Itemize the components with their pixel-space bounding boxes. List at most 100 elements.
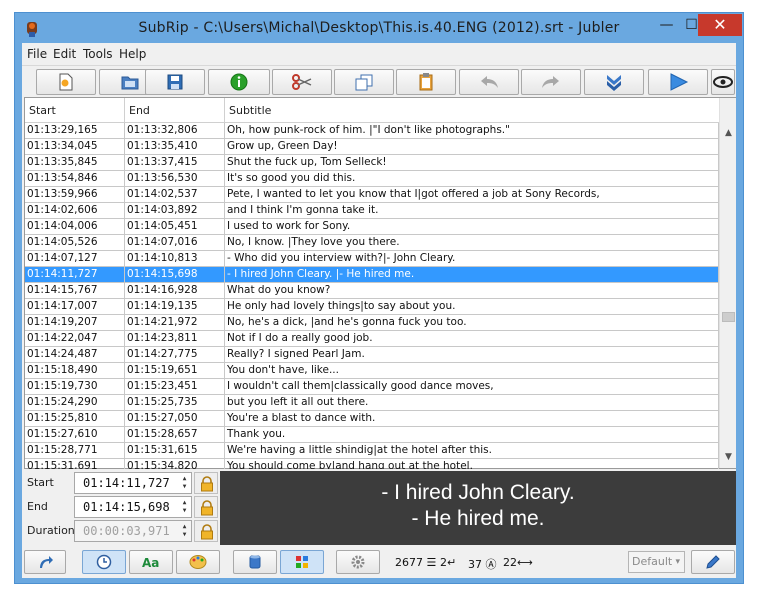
info-icon [230, 73, 248, 91]
info-button[interactable] [208, 69, 270, 95]
subtitle-cell: Thank you. [225, 427, 719, 443]
table-row[interactable]: 01:15:24,290 01:15:25,735 but you left it … [25, 395, 719, 411]
duration-spinner[interactable]: ▲ ▼ [180, 523, 189, 539]
end-lock-button[interactable] [194, 496, 218, 518]
paste-button[interactable] [396, 69, 456, 95]
lock-icon [201, 476, 213, 492]
start-cell: 01:15:27,610 [25, 427, 125, 443]
end-cell: 01:15:25,735 [125, 395, 225, 411]
table-row[interactable]: 01:14:24,487 01:14:27,775 Really? I signed… [25, 347, 719, 363]
settings-button[interactable] [336, 550, 380, 574]
play-button[interactable] [648, 69, 708, 95]
menu-help[interactable]: Help [119, 47, 146, 61]
undo-icon [481, 76, 498, 88]
copy-icon [355, 74, 373, 91]
end-spinner[interactable]: ▲ ▼ [180, 499, 189, 515]
table-row[interactable]: 01:14:15,767 01:14:16,928 What do you know… [25, 283, 719, 299]
curved-arrow-icon [40, 556, 53, 568]
jump-button[interactable] [24, 550, 66, 574]
time-mode-button[interactable] [82, 550, 126, 574]
table-row[interactable]: 01:15:18,490 01:15:19,651 You don't have, … [25, 363, 719, 379]
new-file-button[interactable] [36, 69, 96, 95]
menu-edit[interactable]: Edit [53, 47, 76, 61]
redo-button[interactable] [521, 69, 581, 95]
end-cell: 01:15:31,615 [125, 443, 225, 459]
start-cell: 01:15:19,730 [25, 379, 125, 395]
menu-file[interactable]: File [27, 47, 47, 61]
table-row[interactable]: 01:14:05,526 01:14:07,016 No, I know. |The… [25, 235, 719, 251]
menu-bar: File Edit Tools Help [22, 43, 736, 65]
play-down-button[interactable] [584, 69, 644, 95]
char-count: 2677 ☰ [395, 556, 436, 569]
table-row[interactable]: 01:15:19,730 01:15:23,451 I wouldn't call … [25, 379, 719, 395]
start-cell: 01:14:17,007 [25, 299, 125, 315]
menu-tools[interactable]: Tools [83, 47, 113, 61]
width-value: 22 [503, 556, 517, 569]
scroll-up-arrow[interactable]: ▲ [720, 128, 737, 142]
table-row[interactable]: 01:14:19,207 01:14:21,972 No, he's a dick,… [25, 315, 719, 331]
edit-style-button[interactable] [691, 550, 735, 574]
table-row[interactable]: 01:13:34,045 01:13:35,410 Grow up, Green D… [25, 139, 719, 155]
font-button[interactable]: Aa [129, 550, 173, 574]
color-button[interactable] [176, 550, 220, 574]
table-row[interactable]: 01:15:31,691 01:15:34,820 You should come … [25, 459, 719, 469]
table-row[interactable]: 01:14:04,006 01:14:05,451 I used to work f… [25, 219, 719, 235]
storage-button[interactable] [233, 550, 277, 574]
subtitle-cell: No, I know. |They love you there. [225, 235, 719, 251]
start-lock-button[interactable] [194, 472, 218, 494]
save-file-button[interactable] [145, 69, 205, 95]
subtitle-preview[interactable]: - I hired John Cleary. - He hired me. [220, 471, 736, 545]
table-row[interactable]: 01:15:27,610 01:15:28,657 Thank you. [25, 427, 719, 443]
column-header-start[interactable]: Start [25, 98, 125, 123]
table-row[interactable]: 01:14:02,606 01:14:03,892 and I think I'm … [25, 203, 719, 219]
preview-button[interactable] [711, 69, 735, 95]
column-header-subtitle[interactable]: Subtitle [225, 98, 719, 123]
subtitle-cell: Grow up, Green Day! [225, 139, 719, 155]
end-cell: 01:14:16,928 [125, 283, 225, 299]
start-cell: 01:14:05,526 [25, 235, 125, 251]
start-cell: 01:14:07,127 [25, 251, 125, 267]
duration-label: Duration [27, 524, 75, 537]
scroll-thumb[interactable] [722, 312, 735, 322]
table-row[interactable]: 01:13:35,845 01:13:37,415 Shut the fuck up… [25, 155, 719, 171]
cps-value: 37 [468, 558, 482, 571]
end-cell: 01:14:10,813 [125, 251, 225, 267]
folder-open-icon [121, 76, 139, 90]
start-cell: 01:15:18,490 [25, 363, 125, 379]
copy-button[interactable] [334, 69, 394, 95]
table-row[interactable]: 01:13:54,846 01:13:56,530 It's so good you… [25, 171, 719, 187]
table-body: 01:13:29,165 01:13:32,806 Oh, how punk-roc… [25, 123, 719, 469]
preview-line-2: - He hired me. [411, 507, 545, 530]
table-row[interactable]: 01:15:28,771 01:15:31,615 We're having a l… [25, 443, 719, 459]
grid-button[interactable] [280, 550, 324, 574]
undo-button[interactable] [459, 69, 519, 95]
column-header-end[interactable]: End [125, 98, 225, 123]
start-spinner[interactable]: ▲ ▼ [180, 475, 189, 491]
subtitle-cell: It's so good you did this. [225, 171, 719, 187]
table-row-selected[interactable]: 01:14:11,727 01:14:15,698- I hired John C… [25, 267, 719, 283]
return-arrow-icon: ↵ [447, 556, 457, 569]
play-icon [670, 73, 689, 91]
end-time-field[interactable]: 01:14:15,698 ▲ ▼ [74, 496, 192, 518]
style-selector[interactable]: Default ▾ [628, 551, 685, 573]
table-row[interactable]: 01:14:22,047 01:14:23,811 Not if I do a re… [25, 331, 719, 347]
subtitle-cell: but you left it all out there. [225, 395, 719, 411]
table-row[interactable]: 01:13:29,165 01:13:32,806 Oh, how punk-roc… [25, 123, 719, 139]
cut-button[interactable] [272, 69, 332, 95]
title-bar[interactable]: SubRip - C:\Users\Michal\Desktop\This.is… [15, 13, 743, 43]
duration-field[interactable]: 00:00:03,971 ▲ ▼ [74, 520, 192, 542]
eye-icon [713, 76, 733, 88]
client-area: File Edit Tools Help Start End Subtitle … [22, 43, 736, 578]
scroll-down-arrow[interactable]: ▼ [720, 452, 737, 466]
table-row[interactable]: 01:15:25,810 01:15:27,050 You're a blast t… [25, 411, 719, 427]
table-row[interactable]: 01:14:07,127 01:14:10,813- Who did you in… [25, 251, 719, 267]
end-cell: 01:13:37,415 [125, 155, 225, 171]
subtitle-cell: We're having a little shindig|at the hot… [225, 443, 719, 459]
window-title: SubRip - C:\Users\Michal\Desktop\This.is… [138, 20, 620, 36]
vertical-scrollbar[interactable]: ▲ ▼ [719, 98, 736, 468]
start-time-field[interactable]: 01:14:11,727 ▲ ▼ [74, 472, 192, 494]
table-row[interactable]: 01:13:59,966 01:14:02,537 Pete, I wanted t… [25, 187, 719, 203]
close-button[interactable]: ✕ [698, 14, 742, 36]
table-row[interactable]: 01:14:17,007 01:14:19,135 He only had love… [25, 299, 719, 315]
duration-lock-button[interactable] [194, 520, 218, 542]
